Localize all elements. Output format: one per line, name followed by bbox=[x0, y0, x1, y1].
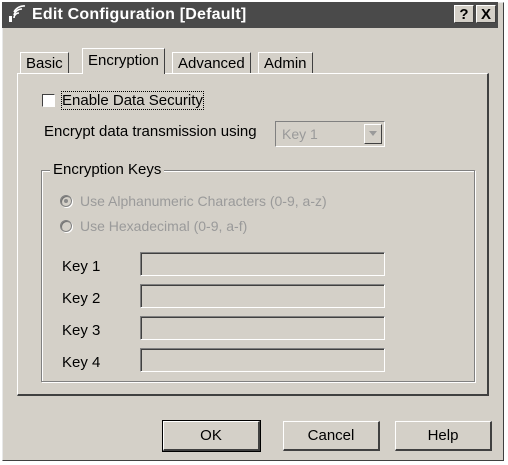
tab-admin[interactable]: Admin bbox=[258, 52, 313, 74]
title-bar[interactable]: Edit Configuration [Default] ? X bbox=[2, 2, 498, 28]
radio-hexadecimal-row[interactable]: Use Hexadecimal (0-9, a-f) bbox=[60, 218, 247, 234]
key-2-label: Key 2 bbox=[62, 290, 101, 307]
radio-hexadecimal[interactable] bbox=[60, 220, 72, 232]
radio-alphanumeric[interactable] bbox=[60, 195, 72, 207]
enable-data-security-row[interactable]: Enable Data Security bbox=[42, 91, 204, 110]
key-2-input[interactable] bbox=[140, 284, 385, 308]
key-1-label: Key 1 bbox=[62, 258, 101, 275]
key-1-input[interactable] bbox=[140, 252, 385, 276]
encrypt-key-select[interactable]: Key 1 bbox=[275, 121, 385, 147]
ok-button[interactable]: OK bbox=[162, 420, 261, 452]
key-4-label: Key 4 bbox=[62, 354, 101, 371]
key-3-label: Key 3 bbox=[62, 322, 101, 339]
encrypt-transmission-label: Encrypt data transmission using bbox=[44, 123, 257, 140]
encrypt-key-select-value: Key 1 bbox=[282, 126, 318, 142]
help-button[interactable]: Help bbox=[395, 421, 492, 451]
tab-encryption[interactable]: Encryption bbox=[82, 48, 165, 74]
wireless-signal-icon bbox=[6, 5, 28, 25]
enable-data-security-checkbox[interactable] bbox=[42, 94, 55, 107]
encryption-keys-group-title: Encryption Keys bbox=[50, 161, 165, 178]
radio-alphanumeric-row[interactable]: Use Alphanumeric Characters (0-9, a-z) bbox=[60, 193, 327, 209]
title-help-button[interactable]: ? bbox=[454, 5, 474, 23]
title-close-button[interactable]: X bbox=[476, 5, 496, 23]
window-title: Edit Configuration [Default] bbox=[32, 6, 247, 23]
key-3-input[interactable] bbox=[140, 316, 385, 340]
cancel-button[interactable]: Cancel bbox=[283, 421, 380, 451]
dropdown-arrow-icon[interactable] bbox=[364, 124, 382, 144]
radio-hexadecimal-label: Use Hexadecimal (0-9, a-f) bbox=[80, 218, 248, 234]
tab-advanced[interactable]: Advanced bbox=[172, 52, 251, 74]
radio-alphanumeric-label: Use Alphanumeric Characters (0-9, a-z) bbox=[80, 193, 327, 209]
key-4-input[interactable] bbox=[140, 348, 385, 372]
tab-basic[interactable]: Basic bbox=[20, 52, 69, 74]
enable-data-security-label[interactable]: Enable Data Security bbox=[61, 91, 204, 110]
